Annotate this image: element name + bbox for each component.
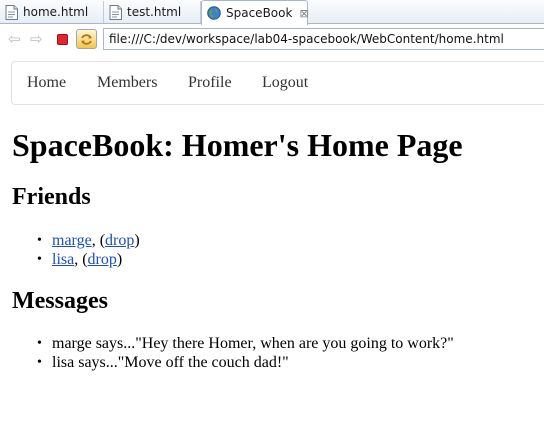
stop-icon[interactable] xyxy=(57,34,68,45)
separator: , ( xyxy=(74,251,88,268)
tab-label: test.html xyxy=(127,5,182,19)
messages-list: • marge says..."Hey there Homer, when ar… xyxy=(37,334,454,372)
menu-item-home[interactable]: Home xyxy=(27,74,66,92)
editor-tab-strip: home.html test.html SpaceBook ⊠ xyxy=(0,0,544,25)
friend-item: • marge, (drop) xyxy=(37,231,140,250)
page-title: SpaceBook: Homer's Home Page xyxy=(12,127,463,163)
bullet: • xyxy=(37,355,42,370)
close-tab-icon[interactable]: ⊠ xyxy=(299,7,308,20)
menu-item-logout[interactable]: Logout xyxy=(262,74,308,92)
drop-link-lisa[interactable]: drop xyxy=(88,251,117,268)
browser-window: home.html test.html SpaceBook ⊠ ⇦ ⇨ file… xyxy=(0,0,544,431)
bullet: • xyxy=(37,252,42,267)
bullet: • xyxy=(37,336,42,351)
close-paren: ) xyxy=(116,251,123,268)
message-item: • lisa says..."Move off the couch dad!" xyxy=(37,353,454,372)
message-text: lisa says..."Move off the couch dad!" xyxy=(52,354,289,371)
close-paren: ) xyxy=(134,232,140,249)
page-content: Home Members Profile Logout SpaceBook: H… xyxy=(0,53,544,431)
menu-item-profile[interactable]: Profile xyxy=(188,74,232,92)
refresh-icon xyxy=(81,33,92,45)
friend-item: • lisa, (drop) xyxy=(37,250,140,269)
tab-test-html[interactable]: test.html xyxy=(104,1,201,23)
drop-link-marge[interactable]: drop xyxy=(105,232,134,249)
back-arrow-icon[interactable]: ⇦ xyxy=(8,32,21,47)
friends-list: • marge, (drop) • lisa, (drop) xyxy=(37,231,140,269)
tab-home-html[interactable]: home.html xyxy=(0,1,104,23)
friends-heading: Friends xyxy=(12,184,91,210)
tab-label: SpaceBook xyxy=(226,6,293,20)
separator: , ( xyxy=(91,232,106,249)
html-file-icon xyxy=(5,4,18,20)
friend-link-lisa[interactable]: lisa xyxy=(52,251,74,268)
refresh-button[interactable] xyxy=(76,29,97,49)
message-item: • marge says..."Hey there Homer, when ar… xyxy=(37,334,454,353)
tab-label: home.html xyxy=(23,5,89,19)
friend-link-marge[interactable]: marge xyxy=(52,232,92,249)
html-file-icon xyxy=(109,4,122,20)
bullet: • xyxy=(37,233,42,248)
messages-heading: Messages xyxy=(12,288,108,314)
address-bar[interactable]: file:///C:/dev/workspace/lab04-spacebook… xyxy=(103,28,544,50)
forward-arrow-icon[interactable]: ⇨ xyxy=(30,32,43,47)
tab-spacebook[interactable]: SpaceBook ⊠ xyxy=(201,0,309,25)
site-menu: Home Members Profile Logout xyxy=(11,61,544,105)
menu-item-members[interactable]: Members xyxy=(97,74,157,92)
message-text: marge says..."Hey there Homer, when are … xyxy=(52,335,454,352)
browser-toolbar: ⇦ ⇨ file:///C:/dev/workspace/lab04-space… xyxy=(0,25,544,53)
globe-icon xyxy=(207,6,221,20)
